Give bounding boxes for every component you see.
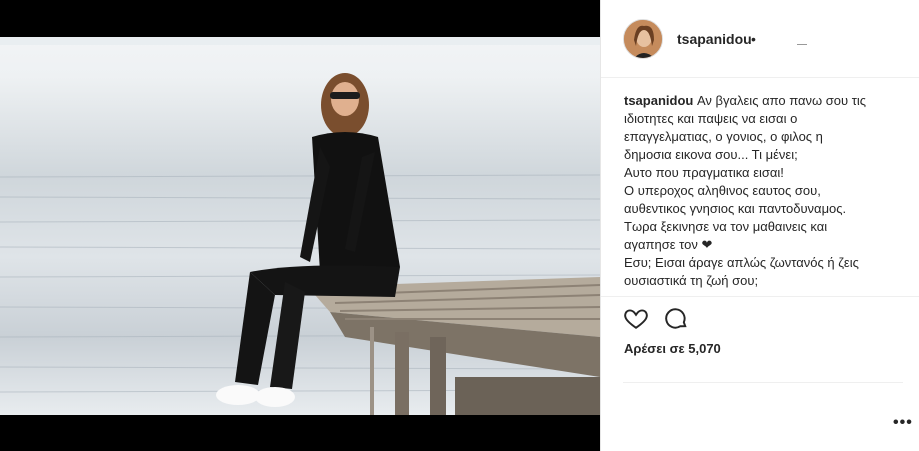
post-photo[interactable] [0, 37, 600, 415]
post-header: tsapanidou • [601, 0, 919, 78]
post-sidebar: tsapanidou • tsapanidou Αν βγαλεις απο π… [600, 0, 919, 451]
divider [623, 382, 903, 383]
post-media [0, 0, 600, 451]
comment-bubble-icon[interactable] [663, 305, 689, 331]
caption-line: Ο υπεροχος αληθινος εαυτος σου, [624, 183, 821, 198]
photo-illustration [0, 37, 600, 415]
caption-line: αυθεντικος γνησιος και παντοδυναμος. [624, 201, 847, 216]
likes-count[interactable]: Αρέσει σε 5,070 [624, 341, 721, 356]
post-actions: Αρέσει σε 5,070 [601, 296, 919, 387]
caption-line: δημοσια εικονα σου... Τι μένει; [624, 147, 798, 162]
separator-dot: • [751, 31, 756, 47]
avatar[interactable] [623, 19, 663, 59]
caption-line: ιδιοτητες και παψεις να εισαι ο [624, 111, 798, 126]
follow-button[interactable] [763, 30, 807, 46]
more-options-icon[interactable]: ••• [893, 414, 913, 432]
caption-line: Τωρα ξεκινησε να τον μαθαινεις και [624, 219, 828, 234]
caption-line: Αν βγαλεις απο πανω σου τις [696, 93, 867, 108]
caption-line: ουσιαστικά τη ζωή σου; [624, 273, 759, 288]
caption-line: αγαπησε τον ❤ [624, 237, 713, 252]
caption-username[interactable]: tsapanidou [624, 93, 693, 108]
heart-outline-icon[interactable] [623, 305, 649, 331]
username-link[interactable]: tsapanidou [677, 31, 752, 47]
caption-line: επαγγελματιας, ο γονιος, ο φιλος η [624, 129, 823, 144]
caption-line: Αυτο που πραγματικα εισαι! [624, 165, 784, 180]
caption-line: Εσυ; Εισαι άραγε απλώς ζωντανός ή ζεις [624, 255, 859, 270]
post-caption: tsapanidou Αν βγαλεις απο πανω σου τις ι… [624, 92, 904, 290]
